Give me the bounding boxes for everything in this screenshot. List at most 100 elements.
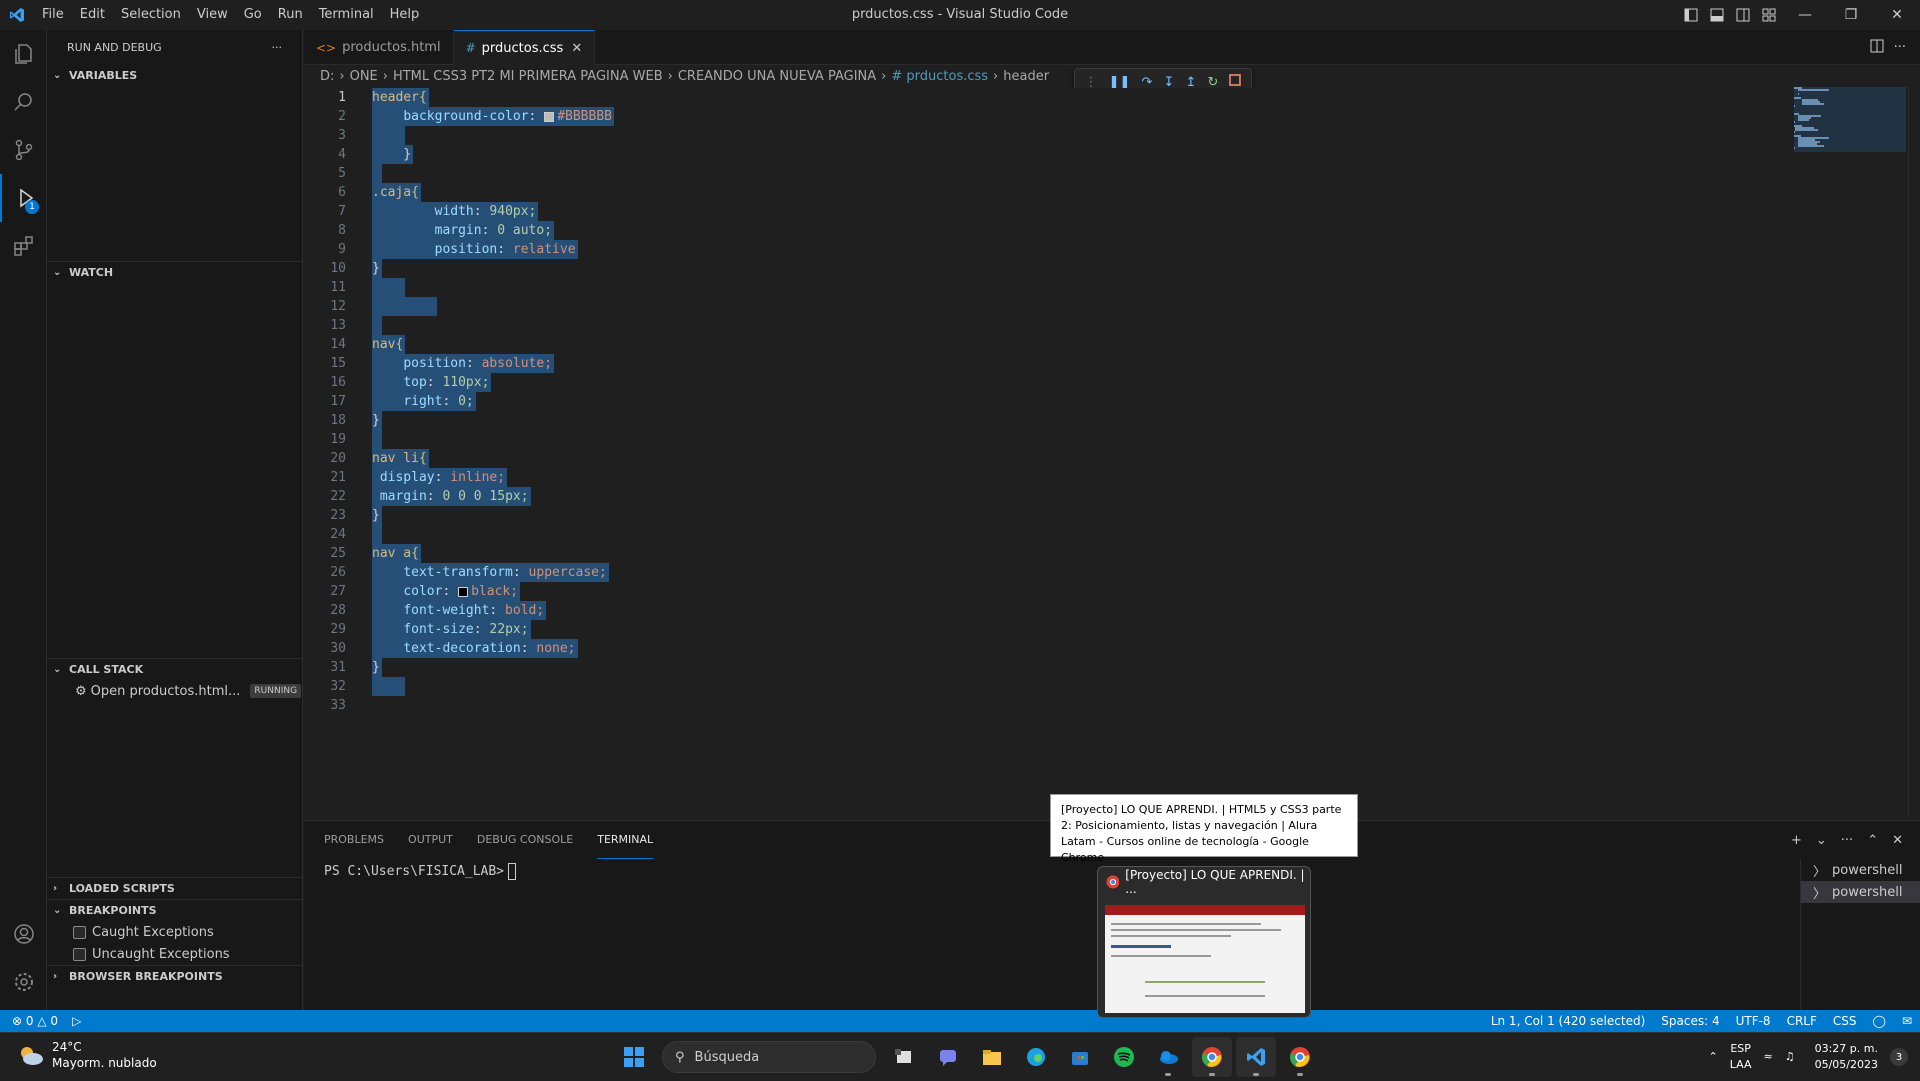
tab-terminal[interactable]: TERMINAL bbox=[597, 821, 654, 859]
onedrive-icon[interactable] bbox=[1148, 1037, 1188, 1077]
code-line[interactable]: 16 top: 110px; bbox=[304, 373, 1784, 392]
toggle-sidebar-icon[interactable] bbox=[1678, 0, 1704, 30]
spotify-icon[interactable] bbox=[1104, 1037, 1144, 1077]
minimize-icon[interactable]: — bbox=[1782, 0, 1828, 30]
code-line[interactable]: 17 right: 0; bbox=[304, 392, 1784, 411]
notification-badge[interactable]: 3 bbox=[1890, 1048, 1908, 1066]
menu-file[interactable]: File bbox=[34, 0, 72, 30]
taskbar-search[interactable]: ⚲ Búsqueda bbox=[662, 1041, 876, 1073]
code-line[interactable]: 23} bbox=[304, 506, 1784, 525]
code-line[interactable]: 4 } bbox=[304, 145, 1784, 164]
code-line[interactable]: 12 bbox=[304, 297, 1784, 316]
chrome-icon[interactable] bbox=[1192, 1037, 1232, 1077]
breakpoint-caught[interactable]: Caught Exceptions bbox=[47, 921, 302, 943]
menu-edit[interactable]: Edit bbox=[72, 0, 113, 30]
new-terminal-icon[interactable]: + bbox=[1791, 833, 1802, 848]
clock[interactable]: 03:27 p. m. 05/05/2023 bbox=[1815, 1041, 1878, 1073]
call-stack-item[interactable]: ⚙ Open productos.html... RUNNING bbox=[47, 680, 302, 702]
breadcrumb-item[interactable]: HTML CSS3 PT2 MI PRIMERA PAGINA WEB bbox=[393, 69, 663, 84]
tab-prductos-css[interactable]: # prductos.css ✕ bbox=[453, 30, 596, 65]
breadcrumb-item[interactable]: D: bbox=[320, 69, 334, 84]
language-indicator[interactable]: ESP LAA bbox=[1730, 1041, 1752, 1073]
section-browser-breakpoints[interactable]: › BROWSER BREAKPOINTS bbox=[47, 965, 302, 987]
more-actions-icon[interactable]: ··· bbox=[1894, 40, 1906, 55]
edge-browser-icon[interactable] bbox=[1016, 1037, 1056, 1077]
volume-icon[interactable]: ♫ bbox=[1785, 1049, 1795, 1065]
split-editor-icon[interactable] bbox=[1870, 39, 1884, 57]
breadcrumb-item[interactable]: CREANDO UNA NUEVA PAGINA bbox=[678, 69, 876, 84]
maximize-panel-icon[interactable]: ⌃ bbox=[1867, 833, 1878, 848]
close-panel-icon[interactable]: ✕ bbox=[1892, 833, 1903, 848]
code-line[interactable]: 11 bbox=[304, 278, 1784, 297]
tab-output[interactable]: OUTPUT bbox=[408, 821, 453, 859]
task-view-icon[interactable] bbox=[884, 1037, 924, 1077]
code-line[interactable]: 25 nav a{ bbox=[304, 544, 1784, 563]
code-line[interactable]: 8 margin: 0 auto; bbox=[304, 221, 1784, 240]
terminal-item[interactable]: 〉 powershell bbox=[1801, 881, 1920, 903]
code-line[interactable]: 6 .caja{ bbox=[304, 183, 1784, 202]
taskbar-window-preview[interactable]: [Proyecto] LO QUE APRENDI. | ... bbox=[1097, 866, 1311, 1018]
section-variables[interactable]: ⌄ VARIABLES bbox=[47, 64, 302, 86]
cursor-position[interactable]: Ln 1, Col 1 (420 selected) bbox=[1491, 1014, 1645, 1028]
menu-help[interactable]: Help bbox=[382, 0, 428, 30]
code-line[interactable]: 15 position: absolute; bbox=[304, 354, 1784, 373]
line-ending[interactable]: CRLF bbox=[1787, 1014, 1817, 1028]
extensions-icon[interactable] bbox=[0, 222, 47, 270]
code-line[interactable]: 27 color: black; bbox=[304, 582, 1784, 601]
weather-widget[interactable]: 24°C Mayorm. nublado bbox=[16, 1039, 157, 1071]
breadcrumb-item[interactable]: header bbox=[1003, 69, 1049, 84]
code-line[interactable]: 5 bbox=[304, 164, 1784, 183]
vscode-taskbar-icon[interactable] bbox=[1236, 1037, 1276, 1077]
menu-terminal[interactable]: Terminal bbox=[311, 0, 382, 30]
code-line[interactable]: 30 text-decoration: none; bbox=[304, 639, 1784, 658]
tab-productos-html[interactable]: <> productos.html bbox=[304, 30, 454, 65]
code-line[interactable]: 31} bbox=[304, 658, 1784, 677]
error-icon[interactable]: ⊗ bbox=[12, 1014, 22, 1028]
code-line[interactable]: 26 text-transform: uppercase; bbox=[304, 563, 1784, 582]
code-line[interactable]: 18} bbox=[304, 411, 1784, 430]
restore-icon[interactable]: ❐ bbox=[1828, 0, 1874, 30]
code-line[interactable]: 29 font-size: 22px; bbox=[304, 620, 1784, 639]
wifi-icon[interactable]: ≈ bbox=[1764, 1049, 1773, 1065]
close-window-icon[interactable]: ✕ bbox=[1874, 0, 1920, 30]
debug-run-icon[interactable]: ▷ bbox=[72, 1014, 81, 1028]
accounts-icon[interactable] bbox=[0, 910, 47, 958]
live-share-icon[interactable]: ◯ bbox=[1873, 1014, 1886, 1028]
breadcrumb-item[interactable]: # prductos.css bbox=[891, 69, 988, 84]
menu-run[interactable]: Run bbox=[270, 0, 311, 30]
chrome-profile-icon[interactable] bbox=[1280, 1037, 1320, 1077]
section-loaded-scripts[interactable]: › LOADED SCRIPTS bbox=[47, 877, 302, 899]
menu-go[interactable]: Go bbox=[236, 0, 270, 30]
chevron-down-icon[interactable]: ⌄ bbox=[1816, 833, 1827, 848]
tab-problems[interactable]: PROBLEMS bbox=[324, 821, 384, 859]
warning-icon[interactable]: △ bbox=[37, 1014, 46, 1028]
encoding[interactable]: UTF-8 bbox=[1736, 1014, 1771, 1028]
toggle-panel-icon[interactable] bbox=[1704, 0, 1730, 30]
code-line[interactable]: 3 bbox=[304, 126, 1784, 145]
menu-view[interactable]: View bbox=[189, 0, 236, 30]
store-icon[interactable] bbox=[1060, 1037, 1100, 1077]
notifications-bell-icon[interactable]: ✉ bbox=[1902, 1014, 1912, 1028]
start-button[interactable] bbox=[614, 1037, 654, 1077]
more-actions-icon[interactable]: ··· bbox=[272, 41, 283, 54]
run-debug-icon[interactable]: 1 bbox=[0, 174, 47, 222]
color-swatch[interactable] bbox=[458, 586, 469, 597]
error-count[interactable]: 0 bbox=[26, 1014, 34, 1028]
code-line[interactable]: 21 display: inline; bbox=[304, 468, 1784, 487]
file-explorer-icon[interactable] bbox=[972, 1037, 1012, 1077]
code-line[interactable]: 24 bbox=[304, 525, 1784, 544]
settings-gear-icon[interactable] bbox=[0, 958, 47, 1006]
checkbox[interactable] bbox=[73, 925, 86, 939]
explorer-icon[interactable] bbox=[0, 30, 47, 78]
menu-selection[interactable]: Selection bbox=[113, 0, 189, 30]
more-actions-icon[interactable]: ··· bbox=[1841, 833, 1853, 848]
section-call-stack[interactable]: ⌄ CALL STACK bbox=[47, 658, 302, 680]
breadcrumb-item[interactable]: ONE bbox=[350, 69, 378, 84]
source-control-icon[interactable] bbox=[0, 126, 47, 174]
indentation[interactable]: Spaces: 4 bbox=[1661, 1014, 1719, 1028]
search-icon[interactable] bbox=[0, 78, 47, 126]
code-line[interactable]: 2 background-color: #BBBBBB bbox=[304, 107, 1784, 126]
tab-debug-console[interactable]: DEBUG CONSOLE bbox=[477, 821, 573, 859]
code-line[interactable]: 33 bbox=[304, 696, 1784, 715]
editor-scrollbar[interactable] bbox=[1908, 87, 1920, 817]
